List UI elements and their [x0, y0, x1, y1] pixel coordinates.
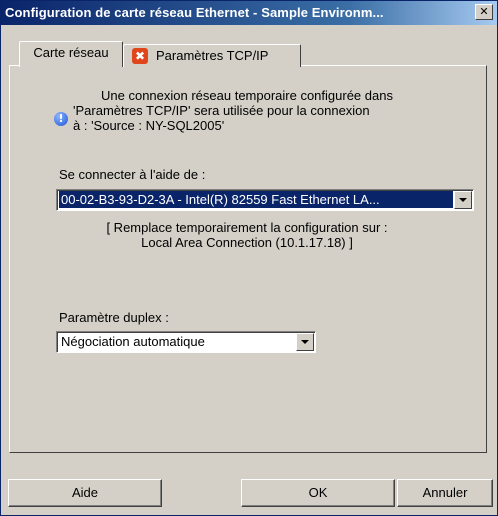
duplex-select[interactable]: Négociation automatique: [56, 331, 316, 353]
info-line-1: Une connexion réseau temporaire configur…: [101, 88, 393, 103]
replace-line-1: [ Remplace temporairement la configurati…: [106, 220, 388, 235]
tab-carte-reseau-label: Carte réseau: [33, 45, 109, 60]
info-icon: !: [54, 112, 68, 126]
title-bar[interactable]: Configuration de carte réseau Ethernet -…: [1, 1, 497, 25]
ok-button[interactable]: OK: [241, 479, 395, 507]
error-x-icon: ✖: [132, 48, 148, 64]
connect-using-label: Se connecter à l'aide de :: [59, 167, 206, 182]
network-adapter-value: 00-02-B3-93-D2-3A - Intel(R) 82559 Fast …: [59, 191, 453, 208]
info-line-2: 'Paramètres TCP/IP' sera utilisée pour l…: [73, 103, 370, 118]
help-button[interactable]: Aide: [8, 479, 162, 507]
chevron-down-icon[interactable]: [296, 333, 314, 351]
replace-config-note: [ Remplace temporairement la configurati…: [57, 220, 437, 250]
duplex-label: Paramètre duplex :: [59, 310, 169, 325]
window-title: Configuration de carte réseau Ethernet -…: [5, 5, 384, 20]
tab-carte-reseau[interactable]: Carte réseau: [19, 41, 123, 67]
close-button[interactable]: ✕: [475, 4, 493, 20]
cancel-button[interactable]: Annuler: [397, 479, 493, 507]
tab-tcp-ip-settings[interactable]: ✖ Paramètres TCP/IP: [123, 44, 301, 67]
network-adapter-dialog: Configuration de carte réseau Ethernet -…: [0, 0, 498, 516]
network-adapter-select[interactable]: 00-02-B3-93-D2-3A - Intel(R) 82559 Fast …: [56, 189, 474, 211]
info-message: Une connexion réseau temporaire configur…: [73, 88, 393, 133]
duplex-value: Négociation automatique: [61, 334, 205, 349]
tab-tcp-ip-label: Paramètres TCP/IP: [156, 48, 269, 63]
replace-line-2: Local Area Connection (10.1.17.18) ]: [141, 235, 353, 250]
chevron-down-icon[interactable]: [454, 191, 472, 209]
info-line-3: à : 'Source : NY-SQL2005': [73, 118, 225, 133]
